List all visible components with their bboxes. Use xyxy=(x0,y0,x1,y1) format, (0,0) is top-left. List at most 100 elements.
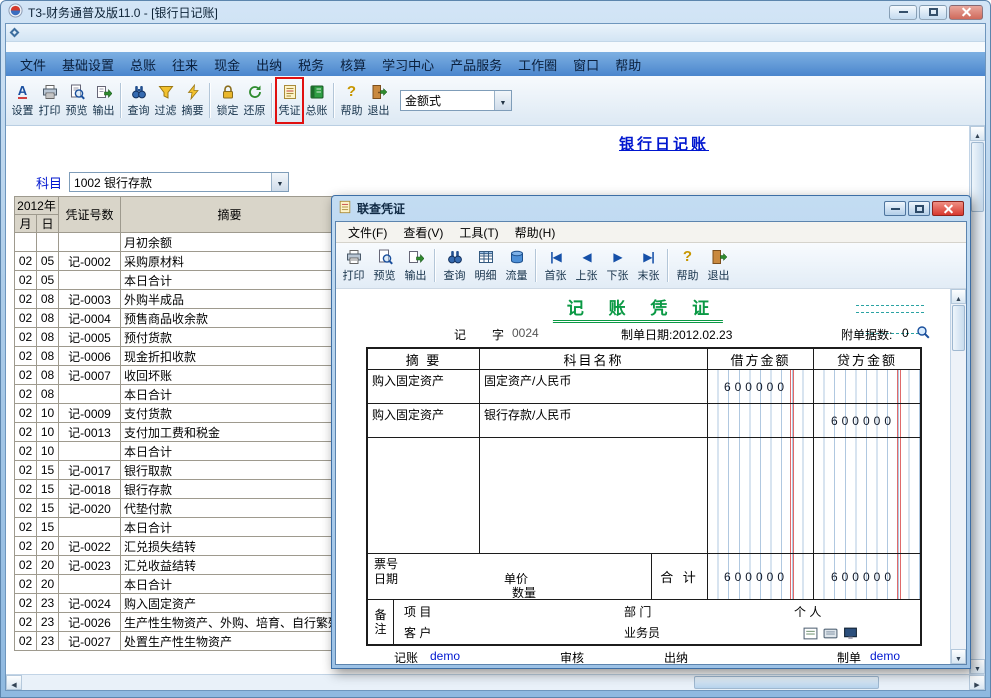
scroll-up-button[interactable] xyxy=(970,126,985,141)
menu-item-help[interactable]: 帮助 xyxy=(607,52,649,77)
journal-row[interactable]: 0210记-0013支付加工费和税金 xyxy=(15,423,339,442)
toolbar-button-query[interactable]: 查询 xyxy=(125,78,152,123)
popup-toolbar-button-next[interactable]: 下张 xyxy=(602,244,633,287)
vertical-scrollbar[interactable] xyxy=(969,126,985,674)
popup-toolbar-button-prev[interactable]: 上张 xyxy=(571,244,602,287)
popup-toolbar-button-query[interactable]: 查询 xyxy=(439,244,470,287)
horizontal-scrollbar[interactable] xyxy=(6,674,985,690)
popup-minimize-button[interactable] xyxy=(884,201,906,216)
toolbar-button-summary[interactable]: 摘要 xyxy=(179,78,206,123)
cell-month: 02 xyxy=(15,271,37,290)
toolbar-button-ledger[interactable]: 总账 xyxy=(303,78,330,123)
toolbar-button-exit[interactable]: 退出 xyxy=(365,78,392,123)
scroll-right-button[interactable] xyxy=(969,675,985,690)
popup-close-button[interactable] xyxy=(932,201,964,216)
menu-item-product-service[interactable]: 产品服务 xyxy=(442,52,510,77)
journal-row[interactable]: 0208记-0007收回坏账 xyxy=(15,366,339,385)
cell-voucher: 记-0023 xyxy=(59,556,121,575)
entry-account: 固定资产/人民币 xyxy=(480,370,708,404)
monitor-icon[interactable] xyxy=(843,627,858,640)
popup-toolbar-button-exit[interactable]: 退出 xyxy=(703,244,734,287)
popup-menu-item-tools[interactable]: 工具(T) xyxy=(452,222,505,243)
popup-toolbar-button-detail[interactable]: 明细 xyxy=(470,244,501,287)
journal-row[interactable]: 0215记-0017银行取款 xyxy=(15,461,339,480)
cell-summary: 本日合计 xyxy=(121,575,339,594)
journal-row[interactable]: 0210记-0009支付货款 xyxy=(15,404,339,423)
menu-item-cash[interactable]: 现金 xyxy=(206,52,248,77)
journal-row[interactable]: 0223记-0024购入固定资产 xyxy=(15,594,339,613)
popup-toolbar-button-last[interactable]: 末张 xyxy=(633,244,664,287)
toolbar-button-help[interactable]: ? 帮助 xyxy=(338,78,365,123)
menu-item-learning-center[interactable]: 学习中心 xyxy=(374,52,442,77)
scroll-down-button[interactable] xyxy=(970,659,985,674)
popup-toolbar-button-print[interactable]: 打印 xyxy=(338,244,369,287)
toolbar-button-restore[interactable]: 还原 xyxy=(241,78,268,123)
document-icon[interactable] xyxy=(803,627,818,640)
settings-icon: A xyxy=(18,84,27,99)
journal-row[interactable]: 0223记-0027处置生产性生物资产 xyxy=(15,632,339,651)
cell-month: 02 xyxy=(15,385,37,404)
menu-item-tax[interactable]: 税务 xyxy=(290,52,332,77)
popup-menu-item-file[interactable]: 文件(F) xyxy=(341,222,394,243)
journal-row[interactable]: 0215记-0018银行存款 xyxy=(15,480,339,499)
toolbar-button-preview[interactable]: 预览 xyxy=(63,78,90,123)
journal-row[interactable]: 0220本日合计 xyxy=(15,575,339,594)
popup-menu-item-help[interactable]: 帮助(H) xyxy=(508,222,563,243)
popup-menu-item-view[interactable]: 查看(V) xyxy=(396,222,450,243)
menu-item-file[interactable]: 文件 xyxy=(12,52,54,77)
popup-scrollbar-thumb[interactable] xyxy=(952,305,965,351)
scroll-left-button[interactable] xyxy=(6,675,22,690)
horizontal-scrollbar-thumb[interactable] xyxy=(694,676,879,689)
journal-row[interactable]: 0220记-0023汇兑收益结转 xyxy=(15,556,339,575)
close-button[interactable] xyxy=(949,5,983,20)
menu-item-window[interactable]: 窗口 xyxy=(565,52,607,77)
vertical-scrollbar-thumb[interactable] xyxy=(971,142,984,212)
journal-row[interactable]: 0208记-0006现金折扣收款 xyxy=(15,347,339,366)
popup-toolbar-button-flow[interactable]: 流量 xyxy=(501,244,532,287)
journal-row[interactable]: 0208记-0005预付货款 xyxy=(15,328,339,347)
subject-select-dropdown-button[interactable] xyxy=(271,173,288,191)
popup-toolbar-button-export[interactable]: 输出 xyxy=(400,244,431,287)
keyboard-icon[interactable] xyxy=(823,627,838,640)
magnifier-icon[interactable] xyxy=(916,325,930,339)
journal-row[interactable]: 0208记-0004预售商品收余款 xyxy=(15,309,339,328)
subject-select[interactable]: 1002 银行存款 xyxy=(69,172,289,192)
popup-toolbar-button-preview[interactable]: 预览 xyxy=(369,244,400,287)
menu-item-general-ledger[interactable]: 总账 xyxy=(122,52,164,77)
toolbar-button-voucher[interactable]: 凭证 xyxy=(276,78,303,123)
journal-row[interactable]: 月初余额 xyxy=(15,233,339,252)
minimize-button[interactable] xyxy=(889,5,917,20)
toolbar-button-lock[interactable]: 锁定 xyxy=(214,78,241,123)
journal-row[interactable]: 0215本日合计 xyxy=(15,518,339,537)
journal-row[interactable]: 0215记-0020代垫付款 xyxy=(15,499,339,518)
menu-item-basic-setup[interactable]: 基础设置 xyxy=(54,52,122,77)
popup-vertical-scrollbar[interactable] xyxy=(950,289,966,664)
journal-row[interactable]: 0220记-0022汇兑损失结转 xyxy=(15,537,339,556)
cell-day: 10 xyxy=(37,423,59,442)
journal-row[interactable]: 0208记-0003外购半成品 xyxy=(15,290,339,309)
popup-scroll-up-button[interactable] xyxy=(951,289,966,304)
menu-item-accounting[interactable]: 核算 xyxy=(332,52,374,77)
journal-row[interactable]: 0205记-0002采购原材料 xyxy=(15,252,339,271)
popup-toolbar-button-help[interactable]: ? 帮助 xyxy=(672,244,703,287)
binoculars-icon xyxy=(447,248,463,265)
journal-row[interactable]: 0223记-0026生产性生物资产、外购、培育、自行繁殖 xyxy=(15,613,339,632)
toolbar-button-settings[interactable]: A 设置 xyxy=(9,78,36,123)
toolbar-button-filter[interactable]: 过滤 xyxy=(152,78,179,123)
journal-row[interactable]: 0208本日合计 xyxy=(15,385,339,404)
journal-row[interactable]: 0205本日合计 xyxy=(15,271,339,290)
format-select-dropdown-button[interactable] xyxy=(494,91,511,110)
menu-item-cashier[interactable]: 出纳 xyxy=(248,52,290,77)
menu-item-current-accounts[interactable]: 往来 xyxy=(164,52,206,77)
popup-toolbar-button-first[interactable]: 首张 xyxy=(540,244,571,287)
journal-row[interactable]: 0210本日合计 xyxy=(15,442,339,461)
toolbar-button-export[interactable]: 输出 xyxy=(90,78,117,123)
popup-maximize-button[interactable] xyxy=(908,201,930,216)
toolbar-button-print[interactable]: 打印 xyxy=(36,78,63,123)
maximize-button[interactable] xyxy=(919,5,947,20)
format-select[interactable]: 金额式 xyxy=(400,90,512,111)
title-bar: T3-财务通普及版11.0 - [银行日记账] xyxy=(1,1,990,23)
maker-label: 制单 xyxy=(837,649,861,664)
popup-scroll-down-button[interactable] xyxy=(951,649,966,664)
menu-item-work-circle[interactable]: 工作圈 xyxy=(510,52,565,77)
